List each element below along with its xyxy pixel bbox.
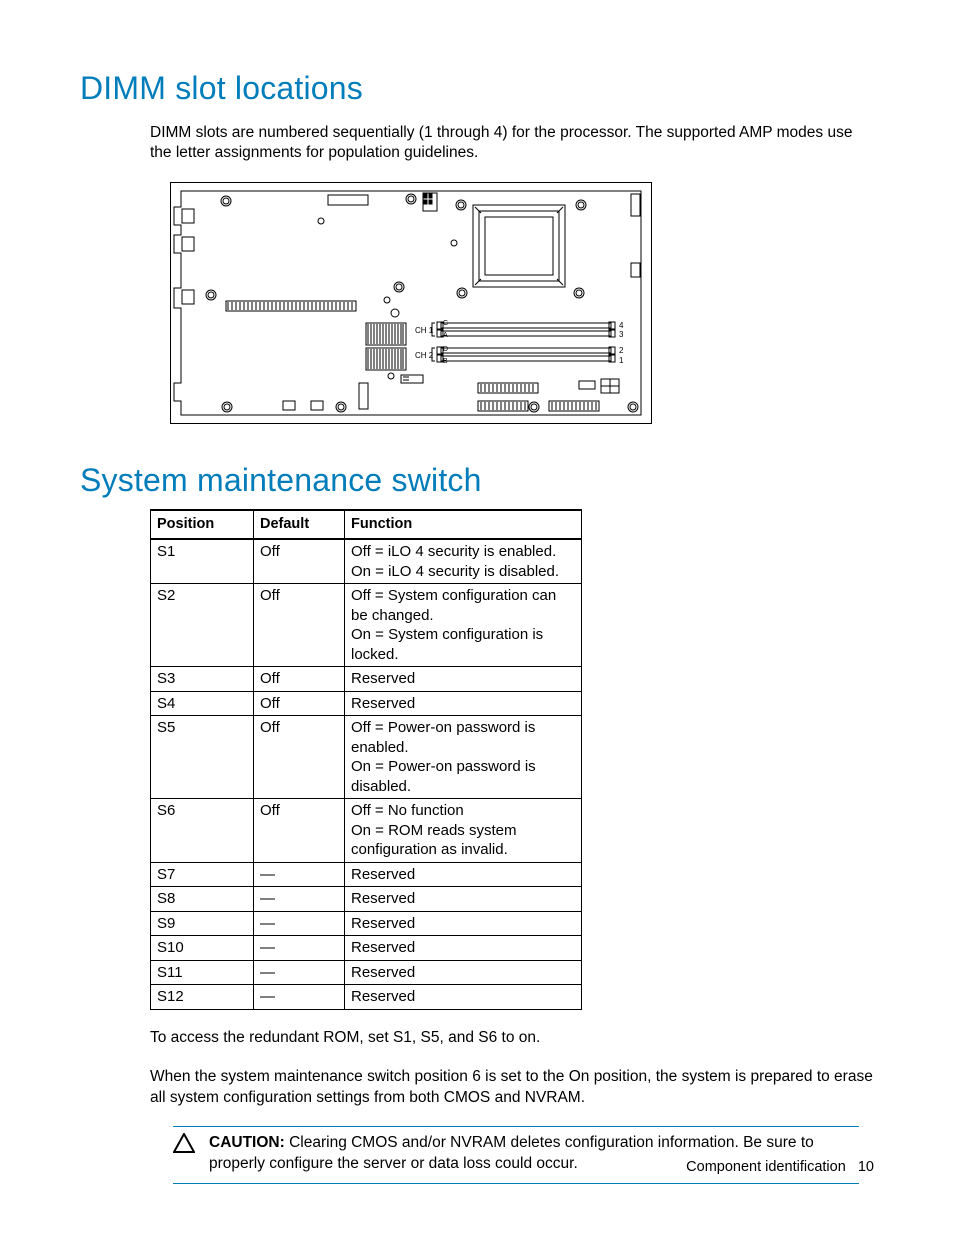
cell-position: S5 [151, 716, 254, 799]
diagram-label-ch2: CH 2 [415, 351, 434, 360]
cell-function: Off = No functionOn = ROM reads system c… [345, 799, 582, 863]
page-footer: Component identification 10 [686, 1159, 874, 1175]
cell-function: Reserved [345, 691, 582, 716]
diagram-label-a: A [443, 332, 448, 339]
table-header-position: Position [151, 510, 254, 539]
cell-function: Reserved [345, 985, 582, 1010]
diagram-label-1: 1 [619, 356, 624, 365]
heading-system-maintenance-switch: System maintenance switch [80, 462, 874, 499]
cell-function: Reserved [345, 936, 582, 961]
table-row: S11—Reserved [151, 960, 582, 985]
cell-position: S6 [151, 799, 254, 863]
cell-function: Reserved [345, 960, 582, 985]
cell-position: S1 [151, 539, 254, 584]
paragraph-switch-6-warning: When the system maintenance switch posit… [150, 1067, 874, 1109]
cell-function: Reserved [345, 887, 582, 912]
diagram-label-4: 4 [619, 321, 624, 330]
motherboard-svg: CH 1 CH 2 C A D B 4 3 2 1 [171, 183, 651, 423]
cell-default: — [254, 887, 345, 912]
diagram-label-3: 3 [619, 330, 624, 339]
caution-label: CAUTION: [209, 1134, 285, 1151]
footer-page-number: 10 [858, 1159, 874, 1175]
cell-position: S3 [151, 667, 254, 692]
cell-default: — [254, 985, 345, 1010]
cell-default: — [254, 862, 345, 887]
caution-callout: CAUTION: Clearing CMOS and/or NVRAM dele… [173, 1126, 859, 1184]
table-row: S12—Reserved [151, 985, 582, 1010]
footer-section-title: Component identification [686, 1159, 846, 1175]
table-header-default: Default [254, 510, 345, 539]
diagram-label-d: D [443, 346, 448, 353]
cell-position: S9 [151, 911, 254, 936]
diagram-label-2: 2 [619, 346, 624, 355]
diagram-label-ch1: CH 1 [415, 326, 434, 335]
table-row: S3OffReserved [151, 667, 582, 692]
cell-function: Reserved [345, 667, 582, 692]
diagram-label-b: B [443, 358, 448, 365]
cell-default: — [254, 936, 345, 961]
cell-function: Reserved [345, 911, 582, 936]
cell-position: S12 [151, 985, 254, 1010]
table-row: S5OffOff = Power-on password is enabled.… [151, 716, 582, 799]
cell-default: Off [254, 584, 345, 667]
table-row: S9—Reserved [151, 911, 582, 936]
cell-default: Off [254, 539, 345, 584]
cell-position: S4 [151, 691, 254, 716]
cell-function: Off = iLO 4 security is enabled.On = iLO… [345, 539, 582, 584]
cell-position: S8 [151, 887, 254, 912]
diagram-label-c: C [443, 320, 448, 327]
caution-triangle-icon [173, 1133, 195, 1175]
cell-function: Off = Power-on password is enabled.On = … [345, 716, 582, 799]
cell-function: Off = System configuration can be change… [345, 584, 582, 667]
cell-default: Off [254, 691, 345, 716]
cell-position: S2 [151, 584, 254, 667]
paragraph-dimm-intro: DIMM slots are numbered sequentially (1 … [150, 123, 874, 165]
cell-default: Off [254, 799, 345, 863]
table-row: S7—Reserved [151, 862, 582, 887]
paragraph-redundant-rom: To access the redundant ROM, set S1, S5,… [150, 1028, 874, 1049]
motherboard-diagram: CH 1 CH 2 C A D B 4 3 2 1 [170, 182, 652, 424]
cell-default: Off [254, 667, 345, 692]
table-row: S2OffOff = System configuration can be c… [151, 584, 582, 667]
table-row: S8—Reserved [151, 887, 582, 912]
system-maintenance-switch-table: Position Default Function S1OffOff = iLO… [150, 509, 582, 1009]
cell-position: S11 [151, 960, 254, 985]
table-row: S6OffOff = No functionOn = ROM reads sys… [151, 799, 582, 863]
table-header-function: Function [345, 510, 582, 539]
cell-default: — [254, 960, 345, 985]
table-row: S4OffReserved [151, 691, 582, 716]
table-header-row: Position Default Function [151, 510, 582, 539]
table-row: S1OffOff = iLO 4 security is enabled.On … [151, 539, 582, 584]
table-row: S10—Reserved [151, 936, 582, 961]
cell-position: S10 [151, 936, 254, 961]
cell-default: Off [254, 716, 345, 799]
cell-position: S7 [151, 862, 254, 887]
cell-default: — [254, 911, 345, 936]
cell-function: Reserved [345, 862, 582, 887]
heading-dimm-slot-locations: DIMM slot locations [80, 70, 874, 107]
